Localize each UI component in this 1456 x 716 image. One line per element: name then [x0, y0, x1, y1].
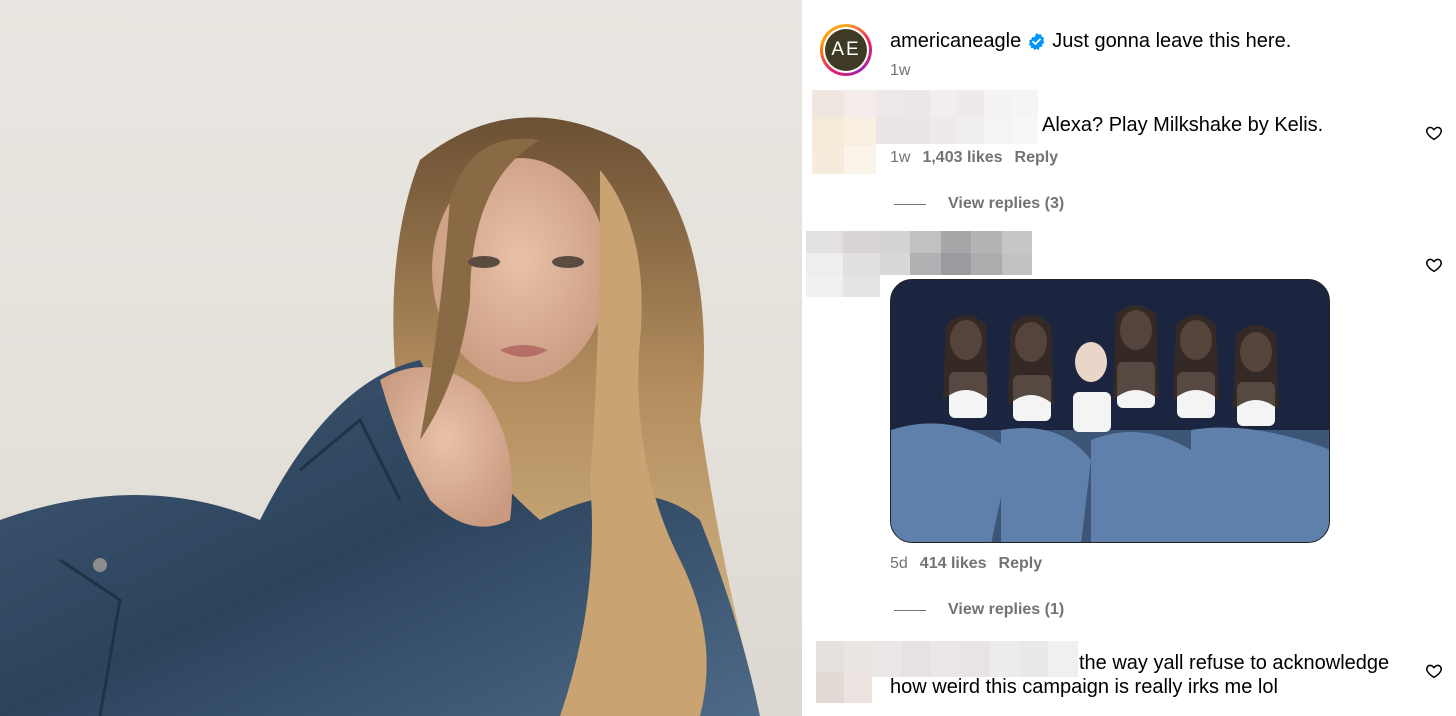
- reply-button[interactable]: Reply: [999, 555, 1043, 572]
- comment-text-line2: how weird this campaign is really irks m…: [890, 676, 1278, 698]
- comment-meta: 1w 1,403 likes Reply: [890, 149, 1058, 167]
- blurred-avatar: [806, 231, 880, 297]
- blurred-username: [876, 90, 1038, 144]
- view-replies-label: View replies (3): [948, 195, 1065, 212]
- verified-badge-icon: [1028, 32, 1045, 51]
- model-photo-illustration: [0, 117, 760, 716]
- post-caption: americaneagle Just gonna leave this here…: [890, 30, 1291, 53]
- blurred-avatar: [816, 641, 872, 703]
- divider: [894, 203, 926, 205]
- caption-text: Just gonna leave this here.: [1052, 30, 1292, 52]
- comment-gif[interactable]: [890, 279, 1330, 543]
- comment-meta: 5d 414 likes Reply: [890, 555, 1042, 573]
- comment-likes[interactable]: 414 likes: [920, 555, 987, 572]
- post-age: 1w: [890, 62, 911, 79]
- view-replies-label: View replies (1): [948, 601, 1065, 618]
- reply-button[interactable]: Reply: [1015, 149, 1059, 166]
- author-handle[interactable]: americaneagle: [890, 30, 1021, 53]
- post-photo: [0, 0, 802, 716]
- blurred-username: [880, 231, 1032, 275]
- blurred-username: [872, 641, 1078, 677]
- blurred-avatar: [812, 90, 876, 174]
- comments-pane: AE americaneagle Just gonna leave this h…: [802, 0, 1456, 716]
- comment-age: 1w: [890, 149, 911, 166]
- avatar[interactable]: AE: [820, 24, 872, 76]
- comment-age: 5d: [890, 555, 908, 572]
- avatar-text: AE: [825, 29, 867, 71]
- divider: [894, 609, 926, 611]
- comment-text: Alexa? Play Milkshake by Kelis.: [1042, 114, 1324, 136]
- comment-likes[interactable]: 1,403 likes: [922, 149, 1002, 166]
- heart-icon[interactable]: [1425, 124, 1443, 142]
- heart-icon[interactable]: [1425, 662, 1443, 680]
- gif-illustration: [891, 280, 1329, 542]
- view-replies-button[interactable]: View replies (1): [894, 601, 1064, 619]
- comment-text: the way yall refuse to acknowledge: [1079, 652, 1390, 674]
- view-replies-button[interactable]: View replies (3): [894, 195, 1064, 213]
- heart-icon[interactable]: [1425, 256, 1443, 274]
